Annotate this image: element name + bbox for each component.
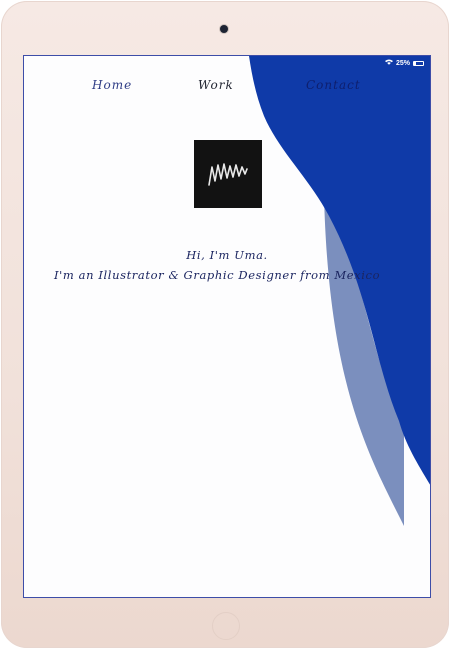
camera-icon [220,25,228,33]
signature-logo[interactable] [194,140,262,208]
nav-contact-link[interactable]: Contact [306,78,361,92]
nav-work-link[interactable]: Work [198,78,234,92]
nav-home-link[interactable]: Home [92,78,132,92]
status-bar: 25% [384,58,424,68]
screen: 25% Home Work Contact Hi, I'm Uma. I'm a… [23,55,431,598]
wifi-icon [384,59,393,67]
hero-tagline: I'm an Illustrator & Graphic Designer fr… [54,268,381,282]
background-wave-shape [249,56,430,526]
tablet-device-frame: 25% Home Work Contact Hi, I'm Uma. I'm a… [1,1,449,648]
hero-greeting: Hi, I'm Uma. [186,248,268,262]
home-button-icon[interactable] [212,612,240,640]
battery-percentage: 25% [395,59,410,67]
signature-scribble-icon [208,163,248,186]
battery-icon [413,60,424,66]
